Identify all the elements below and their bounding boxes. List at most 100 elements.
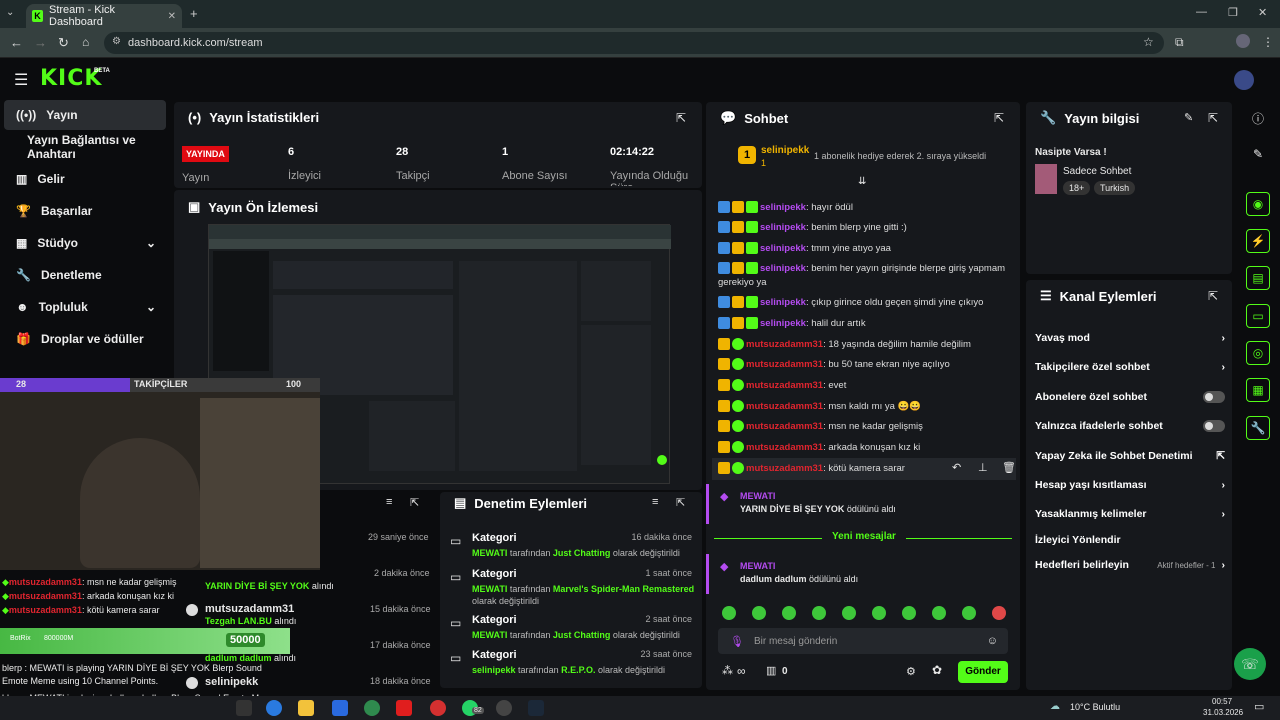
chat-user[interactable]: selinipekk [760,222,806,233]
tab-list-icon[interactable]: ⌄ [6,7,14,18]
sidebar-item-basarilar[interactable]: 🏆 Başarılar [4,196,166,226]
filter-icon[interactable]: ≡ [652,496,658,508]
emote-icon[interactable] [782,606,796,620]
document-icon[interactable]: ▤ [1246,266,1270,290]
new-messages-label[interactable]: Yeni mesajlar [822,531,906,542]
expand-icon[interactable]: ⇱ [410,496,419,509]
send-button[interactable]: Gönder [958,661,1008,683]
tab-close-icon[interactable]: ✕ [168,11,176,22]
settings-gear-icon[interactable]: ⚙ [906,665,916,678]
chat-user[interactable]: selinipekk [760,318,806,329]
channel-action-emote-only[interactable]: Yalnızca ifadelerle sohbet [1035,420,1225,432]
camera-icon[interactable]: ◉ [1246,192,1270,216]
chat-user[interactable]: mutsuzadamm31 [746,339,823,350]
forward-icon[interactable]: → [34,35,47,50]
support-chat-icon[interactable]: ☏ [1234,648,1266,680]
home-icon[interactable]: ⌂ [82,35,89,49]
chat-user[interactable]: mutsuzadamm31 [746,380,823,391]
new-tab-icon[interactable]: + [190,6,198,21]
lightning-icon[interactable]: ⚡ [1246,229,1270,253]
category-name[interactable]: Sadece Sohbet [1063,166,1131,177]
chat-bubble-icon[interactable]: ▭ [1246,304,1270,328]
copilot-icon[interactable] [266,700,282,716]
bookmark-star-icon[interactable]: ☆ [1143,35,1154,49]
mic-icon[interactable]: 🎙 [730,635,744,648]
reload-icon[interactable]: ↻ [58,35,69,51]
channel-action-account-age[interactable]: Hesap yaşı kısıtlaması › [1035,479,1225,491]
sidebar-item-yayin[interactable]: ((•)) Yayın [4,100,166,130]
channel-action-raid[interactable]: İzleyici Yönlendir [1035,534,1225,546]
emote-icon[interactable] [992,606,1006,620]
points-icon[interactable]: ⁂ [722,664,733,677]
youtube-icon[interactable] [396,700,412,716]
broadcast-icon[interactable]: ◎ [1246,341,1270,365]
sidebar-item-denetleme[interactable]: 🔧 Denetleme [4,260,166,290]
chat-user[interactable]: mutsuzadamm31 [746,463,823,474]
chat-user[interactable]: selinipekk [760,297,806,308]
browser-menu-icon[interactable]: ⋮ [1262,35,1274,49]
emote-icon[interactable] [932,606,946,620]
emote-only-toggle[interactable] [1203,420,1225,432]
video-icon[interactable]: ▦ [1246,378,1270,402]
channel-action-goals[interactable]: Hedefleri belirleyin Aktif hedefler - 1 › [1035,559,1225,571]
info-icon[interactable]: ⓘ [1246,106,1270,130]
site-info-icon[interactable]: ⚙ [112,36,121,47]
maximize-icon[interactable]: ❐ [1228,6,1238,19]
user-avatar[interactable] [1234,70,1254,90]
hamburger-menu-icon[interactable]: ☰ [14,70,28,90]
task-view-icon[interactable] [236,700,252,716]
reply-icon[interactable]: ↶ [952,461,961,474]
expand-icon[interactable]: ⇱ [676,111,686,125]
delete-icon[interactable]: 🗑 [1002,461,1016,474]
gift-icon[interactable]: ▥ [766,664,776,677]
channel-action-banned-words[interactable]: Yasaklanmış kelimeler › [1035,508,1225,520]
clock-time[interactable]: 00:57 [1212,697,1232,706]
emote-icon[interactable] [902,606,916,620]
channel-action-followers-only[interactable]: Takipçilere özel sohbet › [1035,361,1225,373]
store-icon[interactable] [332,700,348,716]
steam-icon[interactable] [528,700,544,716]
back-icon[interactable]: ← [10,35,23,50]
emote-icon[interactable] [842,606,856,620]
obs-icon[interactable] [496,700,512,716]
channel-action-subs-only[interactable]: Abonelere özel sohbet [1035,391,1225,403]
filter-icon[interactable]: ≡ [386,496,392,508]
url-field[interactable]: ⚙ dashboard.kick.com/stream [104,32,1164,54]
chat-user[interactable]: selinipekk [760,263,806,274]
sidebar-item-stream-key[interactable]: Yayın Bağlantısı ve Anahtarı [4,132,166,162]
pin-icon[interactable]: ⊥ [978,461,988,474]
sidebar-item-gelir[interactable]: ▥ Gelir [4,164,166,194]
close-window-icon[interactable]: ✕ [1258,6,1267,19]
wrench-icon[interactable]: 🔧 [1246,416,1270,440]
expand-icon[interactable]: ⇱ [994,111,1004,125]
expand-icon[interactable]: ⇱ [1208,111,1218,125]
chat-user[interactable]: mutsuzadamm31 [746,401,823,412]
pin-collapse-icon[interactable]: ⇊ [858,176,866,187]
sidebar-item-topluluk[interactable]: ☻ Topluluk ⌄ [4,292,166,322]
emoji-icon[interactable]: ☺ [987,635,998,647]
chat-user[interactable]: mutsuzadamm31 [746,442,823,453]
chat-input[interactable]: 🎙 Bir mesaj gönderin ☺ [718,628,1008,654]
file-explorer-icon[interactable] [298,700,314,716]
browser-tab[interactable]: K Stream - Kick Dashboard ✕ [26,4,182,28]
edit-pencil-icon[interactable]: ✎ [1184,111,1193,124]
emote-icon[interactable] [752,606,766,620]
emote-icon[interactable] [962,606,976,620]
mod-tools-icon[interactable]: ✿ [932,663,942,677]
subs-only-toggle[interactable] [1203,391,1225,403]
chat-user[interactable]: selinipekk [760,243,806,254]
extensions-icon[interactable]: ⧉ [1175,35,1184,50]
expand-icon[interactable]: ⇱ [1208,289,1218,303]
channel-action-ai-moderation[interactable]: Yapay Zeka ile Sohbet Denetimi ⇱ [1035,450,1225,462]
app-icon[interactable] [430,700,446,716]
emote-icon[interactable] [812,606,826,620]
clock-date[interactable]: 31.03.2026 [1203,708,1243,717]
notifications-icon[interactable]: ▭ [1254,700,1264,713]
edit-pencil-icon[interactable]: ✎ [1246,142,1270,166]
emote-icon[interactable] [872,606,886,620]
emote-icon[interactable] [722,606,736,620]
expand-icon[interactable]: ⇱ [676,496,685,509]
channel-action-slow-mode[interactable]: Yavaş mod › [1035,332,1225,344]
chat-user[interactable]: mutsuzadamm31 [746,421,823,432]
sidebar-item-studyo[interactable]: ▦ Stüdyo ⌄ [4,228,166,258]
